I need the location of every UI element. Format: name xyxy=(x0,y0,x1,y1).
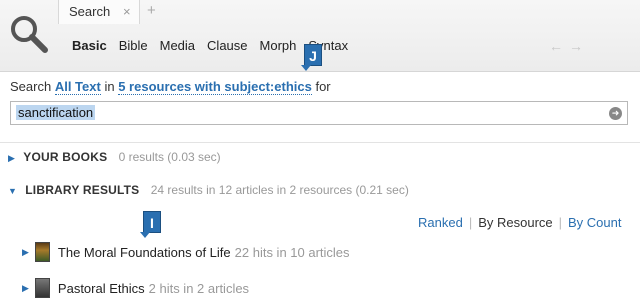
nav-clause[interactable]: Clause xyxy=(207,38,247,53)
go-arrow-icon[interactable]: ➜ xyxy=(609,107,622,120)
nav-basic[interactable]: Basic xyxy=(72,38,107,53)
search-input-value: sanctification xyxy=(16,105,96,120)
nav-bible[interactable]: Bible xyxy=(119,38,148,53)
back-arrow-icon[interactable]: ← xyxy=(549,38,563,54)
callout-badge-j: J xyxy=(301,44,322,71)
query-middle: in xyxy=(104,79,115,94)
forward-arrow-icon[interactable]: → xyxy=(569,38,583,54)
result-title[interactable]: Pastoral Ethics xyxy=(58,281,145,296)
callout-badge-i: I xyxy=(140,211,161,238)
result-hits: 22 hits in 10 articles xyxy=(234,244,350,260)
sort-by-count[interactable]: By Count xyxy=(568,215,621,230)
result-hits: 2 hits in 2 articles xyxy=(148,280,250,296)
sort-options: Ranked | By Resource | By Count xyxy=(418,215,622,230)
expand-triangle-icon[interactable]: ▶ xyxy=(22,247,29,258)
divider xyxy=(0,142,640,143)
tab-search[interactable]: Search × xyxy=(58,0,140,24)
scope-link[interactable]: All Text xyxy=(54,79,101,95)
query-description: Search All Text in 5 resources with subj… xyxy=(10,79,331,95)
close-icon[interactable]: × xyxy=(123,4,131,19)
history-arrows: ← → xyxy=(549,38,583,54)
sort-ranked[interactable]: Ranked xyxy=(418,215,463,230)
separator: | xyxy=(468,215,473,230)
collapsed-triangle-icon: ▶ xyxy=(8,153,15,163)
search-icon[interactable] xyxy=(8,13,50,55)
expanded-triangle-icon: ▼ xyxy=(8,186,17,196)
search-input[interactable]: sanctification ➜ xyxy=(10,101,628,125)
query-suffix: for xyxy=(315,79,331,94)
sort-by-resource[interactable]: By Resource xyxy=(478,215,552,230)
section-label: YOUR BOOKS xyxy=(23,150,108,164)
add-tab-button[interactable]: + xyxy=(147,2,156,19)
section-library-results[interactable]: ▼ LIBRARY RESULTS 24 results in 12 artic… xyxy=(8,183,409,197)
query-prefix: Search xyxy=(10,79,52,94)
section-label: LIBRARY RESULTS xyxy=(25,183,140,197)
section-your-books[interactable]: ▶ YOUR BOOKS 0 results (0.03 sec) xyxy=(8,150,221,164)
book-cover-icon xyxy=(34,242,50,262)
tab-label: Search xyxy=(69,4,111,19)
separator: | xyxy=(558,215,563,230)
nav-media[interactable]: Media xyxy=(160,38,195,53)
book-cover-icon xyxy=(34,278,50,298)
resources-link[interactable]: 5 resources with subject:ethics xyxy=(118,79,312,95)
result-row: ▶ The Moral Foundations of Life 22 hits … xyxy=(22,242,350,262)
result-title[interactable]: The Moral Foundations of Life xyxy=(58,245,231,260)
nav-morph[interactable]: Morph xyxy=(260,38,297,53)
expand-triangle-icon[interactable]: ▶ xyxy=(22,283,29,294)
section-meta: 24 results in 12 articles in 2 resources… xyxy=(150,183,409,197)
section-meta: 0 results (0.03 sec) xyxy=(118,150,221,164)
result-row: ▶ Pastoral Ethics 2 hits in 2 articles xyxy=(22,278,249,298)
